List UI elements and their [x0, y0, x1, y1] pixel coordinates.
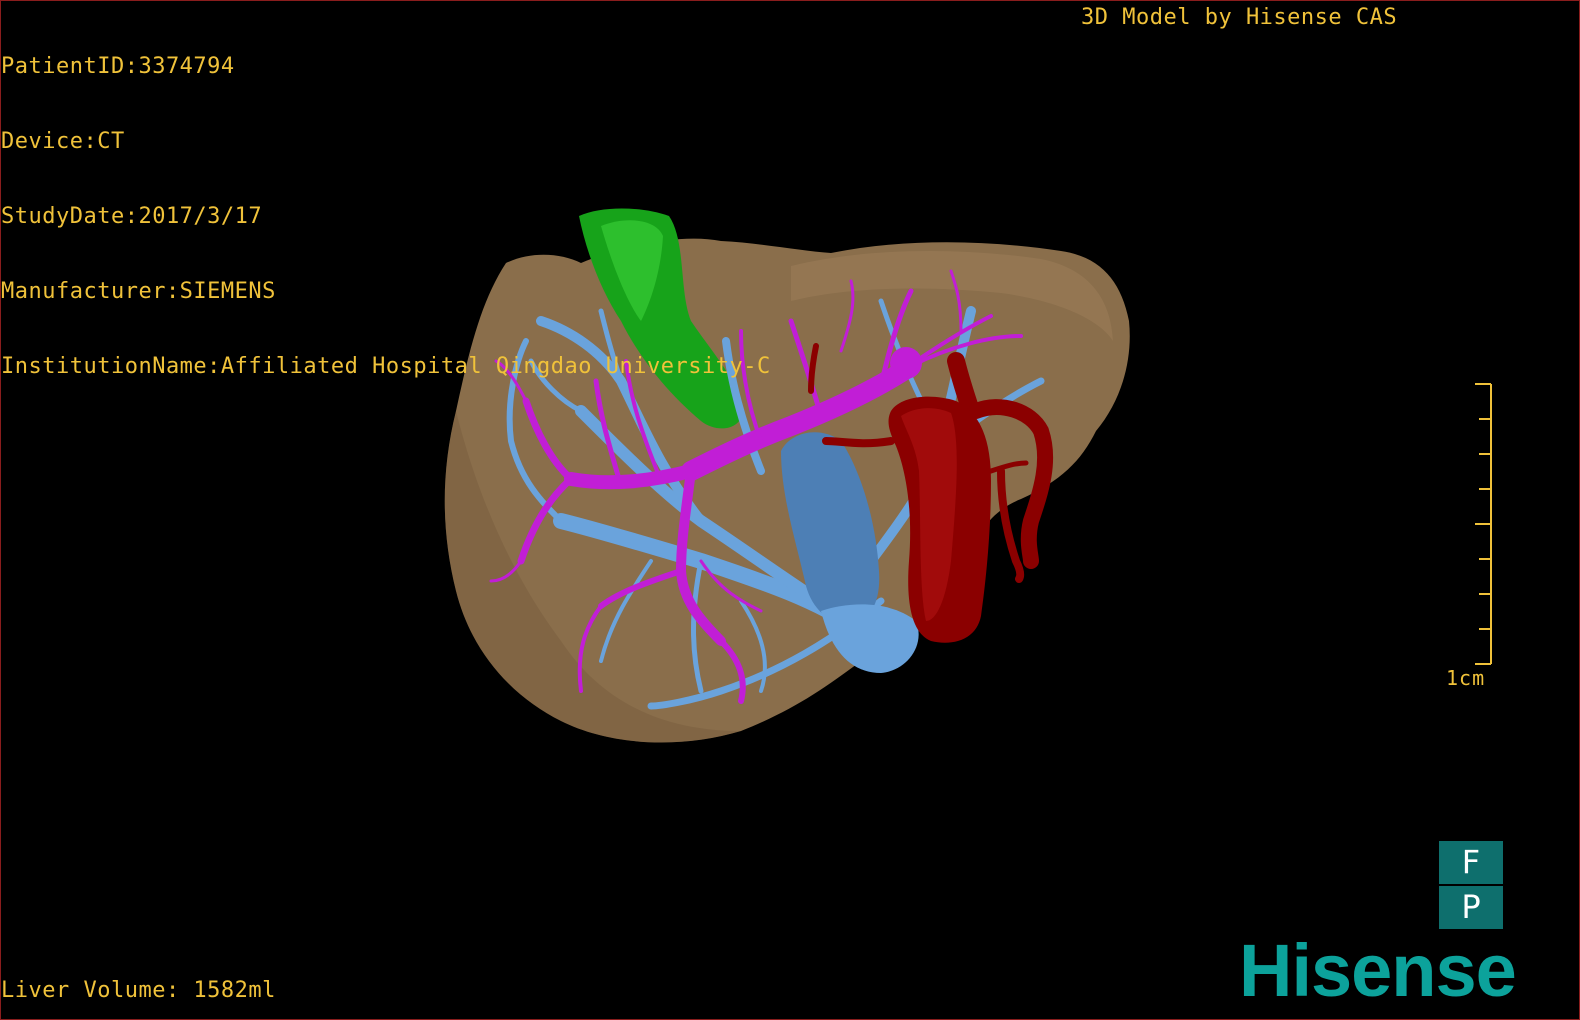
liver-volume-text: Liver Volume: 1582ml [1, 978, 276, 1003]
model-caption: 3D Model by Hisense CAS [1081, 5, 1398, 30]
orientation-bottom-label: P [1439, 886, 1503, 929]
scale-bar-label: 1cm [1446, 666, 1486, 690]
3d-viewport[interactable]: PatientID:3374794 Device:CT StudyDate:20… [0, 0, 1580, 1020]
patient-id-text: PatientID:3374794 [1, 54, 235, 79]
device-text: Device:CT [1, 129, 125, 154]
orientation-top-label: F [1439, 841, 1503, 884]
manufacturer-text: Manufacturer:SIEMENS [1, 279, 276, 304]
scale-bar [1475, 383, 1492, 665]
dicom-info-overlay: PatientID:3374794 Device:CT StudyDate:20… [1, 4, 771, 429]
study-date-text: StudyDate:2017/3/17 [1, 204, 263, 229]
portal-confluence [890, 347, 922, 379]
orientation-indicator[interactable]: F P [1439, 841, 1503, 929]
institution-text: InstitutionName:Affiliated Hospital Qing… [1, 354, 771, 379]
hisense-logo: Hisense [1239, 929, 1517, 1012]
